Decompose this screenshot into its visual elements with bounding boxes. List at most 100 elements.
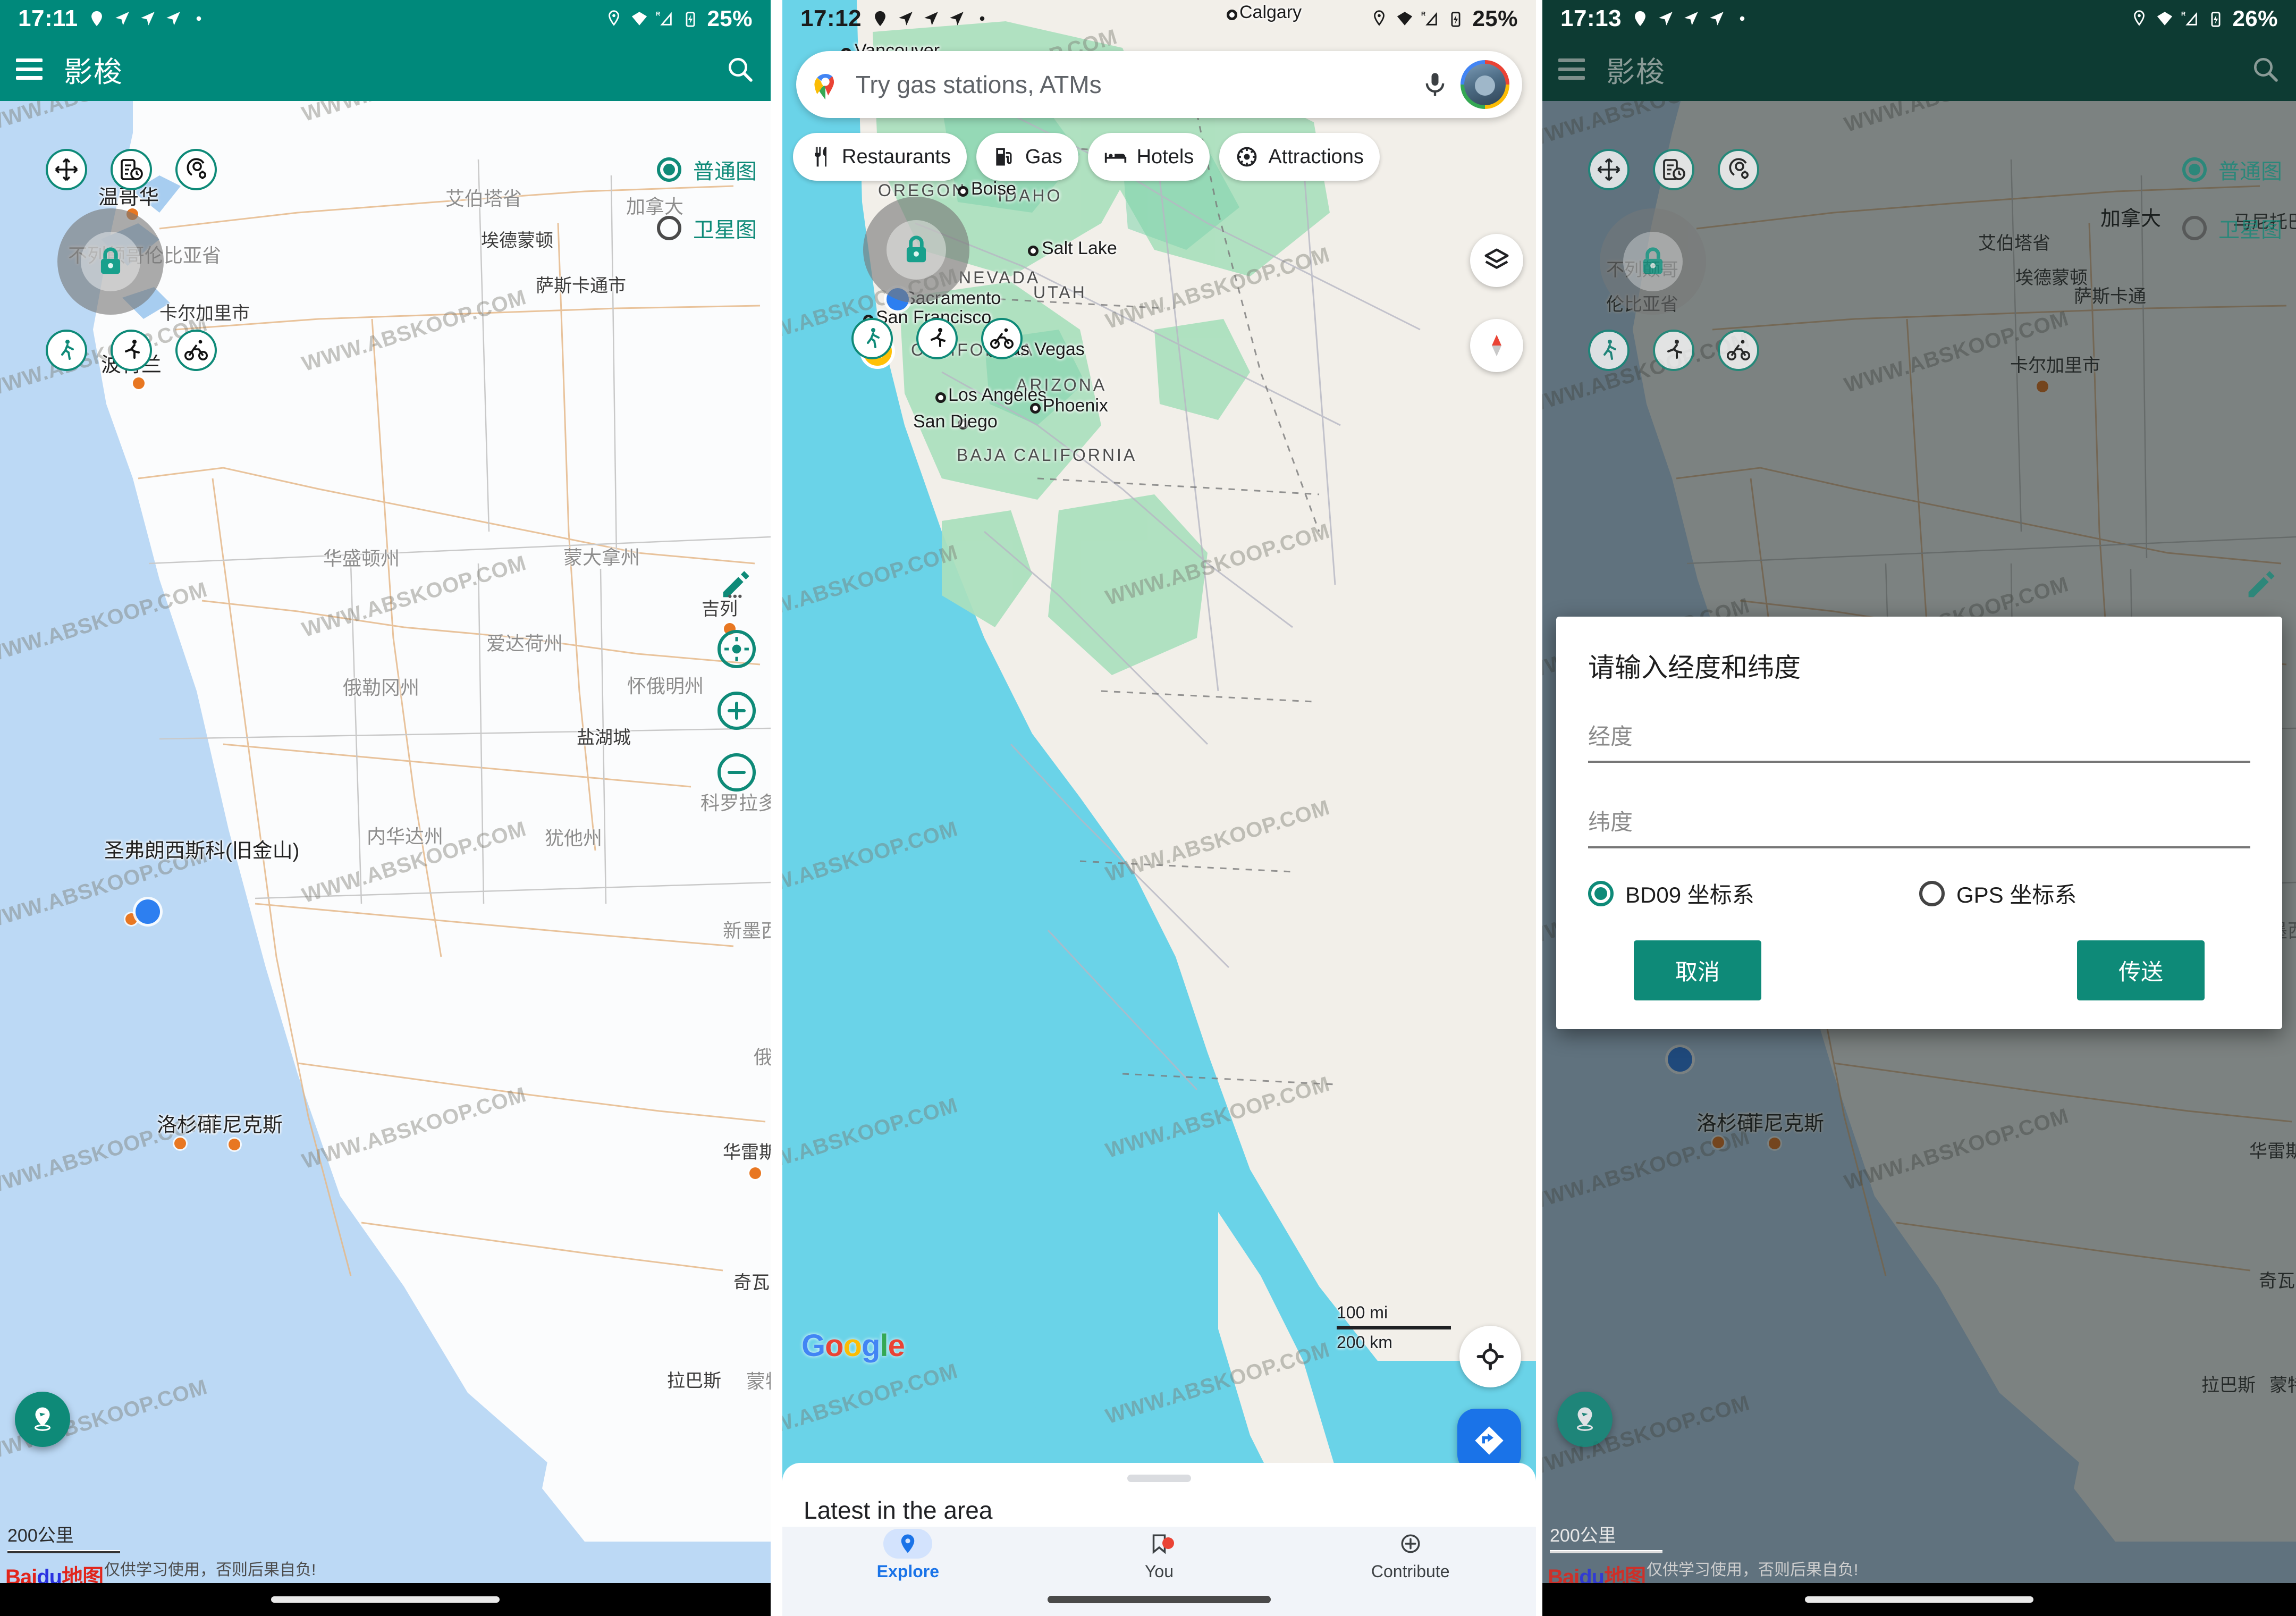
dialog-title: 请输入经度和纬度	[1588, 653, 1801, 683]
bottom-sheet[interactable]: Latest in the area	[782, 1463, 1536, 1527]
scale-miles-label: 100 mi	[1337, 1303, 1388, 1322]
my-location-button[interactable]	[1459, 1326, 1521, 1387]
disclaimer-text: 仅供学习使用，否则后果自负!	[104, 1561, 316, 1579]
document-clock-icon	[1663, 159, 1685, 180]
tab-you[interactable]: You	[1034, 1527, 1285, 1583]
confirm-button[interactable]: 传送	[2077, 940, 2205, 1000]
radio-selected-icon[interactable]	[1588, 880, 1614, 906]
set-location-fab[interactable]	[1557, 1392, 1613, 1447]
avatar[interactable]	[1461, 60, 1509, 109]
move-icon[interactable]	[1588, 149, 1630, 190]
nav-pill[interactable]	[1805, 1596, 2033, 1603]
field-underline	[1588, 761, 2250, 763]
lock-overlay[interactable]	[57, 208, 164, 315]
latitude-field[interactable]: 纬度	[1588, 804, 2250, 848]
radio-selected-icon[interactable]	[2182, 157, 2207, 182]
radio-gps[interactable]: GPS 坐标系	[1919, 877, 2250, 910]
route-settings-icon[interactable]	[175, 149, 217, 190]
radio-label: GPS 坐标系	[1956, 882, 2077, 907]
radio-unselected-icon[interactable]	[1919, 880, 1945, 906]
radio-bd09[interactable]: BD09 坐标系	[1588, 877, 1919, 910]
map-type-satellite-label: 卫星图	[693, 218, 757, 242]
tab-explore[interactable]: Explore	[782, 1527, 1034, 1583]
scale-label: 200公里	[7, 1526, 74, 1546]
map-type-normal[interactable]: 普通图	[2182, 154, 2282, 185]
run-icon[interactable]	[1653, 330, 1694, 371]
map-type-normal[interactable]: 普通图	[657, 154, 757, 185]
radio-label: BD09 坐标系	[1625, 882, 1754, 907]
layers-button[interactable]	[1470, 234, 1523, 287]
nav-pill[interactable]	[271, 1596, 500, 1603]
edit-pencil-icon[interactable]	[2242, 563, 2282, 607]
nav-pill[interactable]	[1048, 1596, 1271, 1603]
cancel-button[interactable]: 取消	[1634, 940, 1761, 1000]
edit-pencil-icon[interactable]	[716, 563, 757, 607]
walk-icon[interactable]	[1588, 330, 1630, 371]
plus-circle-glyph	[1401, 1534, 1420, 1553]
run-icon[interactable]	[111, 330, 152, 371]
walk-icon[interactable]	[46, 330, 87, 371]
svg-text:R: R	[656, 11, 661, 17]
coordinate-system-radios: BD09 坐标系 GPS 坐标系	[1588, 877, 2250, 910]
floating-control-cluster	[46, 149, 217, 415]
history-icon[interactable]	[111, 149, 152, 190]
chip-restaurants[interactable]: Restaurants	[793, 133, 967, 181]
bike-icon[interactable]	[1718, 330, 1759, 371]
panel-coordinate-dialog: WWW.ABSKOOP.COM WWW.ABSKOOP.COM WWW.ABSK…	[1542, 0, 2296, 1616]
move-arrows-icon	[1597, 158, 1620, 181]
history-icon[interactable]	[1653, 149, 1694, 190]
radio-unselected-icon[interactable]	[657, 216, 681, 240]
gas-pump-icon	[996, 148, 1012, 166]
longitude-field[interactable]: 经度	[1588, 719, 2250, 763]
move-icon[interactable]	[46, 149, 87, 190]
tab-contribute[interactable]: Contribute	[1285, 1527, 1536, 1583]
map-type-satellite[interactable]: 卫星图	[657, 213, 757, 243]
android-nav-bar	[0, 1583, 771, 1616]
bicycle-icon	[990, 328, 1014, 349]
lock-icon	[1643, 247, 1663, 274]
zoom-in-icon[interactable]	[718, 692, 756, 730]
lock-overlay[interactable]	[863, 197, 969, 303]
crosshair-icon[interactable]	[718, 630, 756, 668]
hamburger-icon[interactable]	[1558, 58, 1585, 80]
sheet-drag-handle[interactable]	[1127, 1475, 1191, 1482]
set-location-fab[interactable]	[15, 1392, 70, 1447]
search-bar[interactable]: Try gas stations, ATMs	[796, 51, 1522, 118]
pin-icon	[1635, 11, 1645, 27]
route-settings-icon[interactable]	[1718, 149, 1759, 190]
longitude-placeholder: 经度	[1588, 724, 1633, 749]
walk-icon[interactable]	[851, 318, 893, 359]
search-input[interactable]: Try gas stations, ATMs	[856, 70, 1421, 99]
chip-hotels[interactable]: Hotels	[1087, 133, 1210, 181]
radio-unselected-icon[interactable]	[2182, 216, 2207, 240]
map-region-label: 蒙特雷	[746, 1370, 771, 1392]
zoom-out-icon[interactable]	[718, 753, 756, 792]
compass-button[interactable]	[1470, 319, 1523, 372]
search-icon[interactable]	[725, 54, 755, 84]
hamburger-icon[interactable]	[16, 58, 43, 80]
map-city-label: Phoenix	[1043, 395, 1108, 416]
map-type-selector[interactable]: 普通图 卫星图	[2182, 154, 2282, 271]
bike-icon[interactable]	[981, 318, 1023, 359]
mic-icon[interactable]	[1421, 68, 1449, 101]
map-type-satellite[interactable]: 卫星图	[2182, 213, 2282, 243]
map-city-label: 菲尼克斯	[202, 1114, 283, 1137]
page-title: 影梭	[1606, 56, 1666, 88]
send-icon	[1684, 12, 1698, 26]
scale-bar: 100 mi 200 km	[1337, 1303, 1451, 1352]
chip-gas[interactable]: Gas	[976, 133, 1078, 181]
run-icon[interactable]	[916, 318, 958, 359]
hotel-bed-icon	[1104, 153, 1126, 163]
radio-selected-icon[interactable]	[657, 157, 681, 182]
pencil-icon	[723, 571, 749, 598]
dot-icon	[196, 16, 201, 21]
lock-overlay[interactable]	[1600, 208, 1706, 315]
scale-bar: 200公里	[7, 1521, 120, 1553]
chip-attractions[interactable]: Attractions	[1219, 133, 1380, 181]
running-person-icon	[931, 328, 946, 347]
lock-icon	[100, 247, 121, 274]
search-icon[interactable]	[2250, 54, 2280, 84]
bike-icon[interactable]	[175, 330, 217, 371]
bookmark-icon	[1135, 1529, 1184, 1559]
map-type-selector[interactable]: 普通图 卫星图	[657, 154, 757, 271]
